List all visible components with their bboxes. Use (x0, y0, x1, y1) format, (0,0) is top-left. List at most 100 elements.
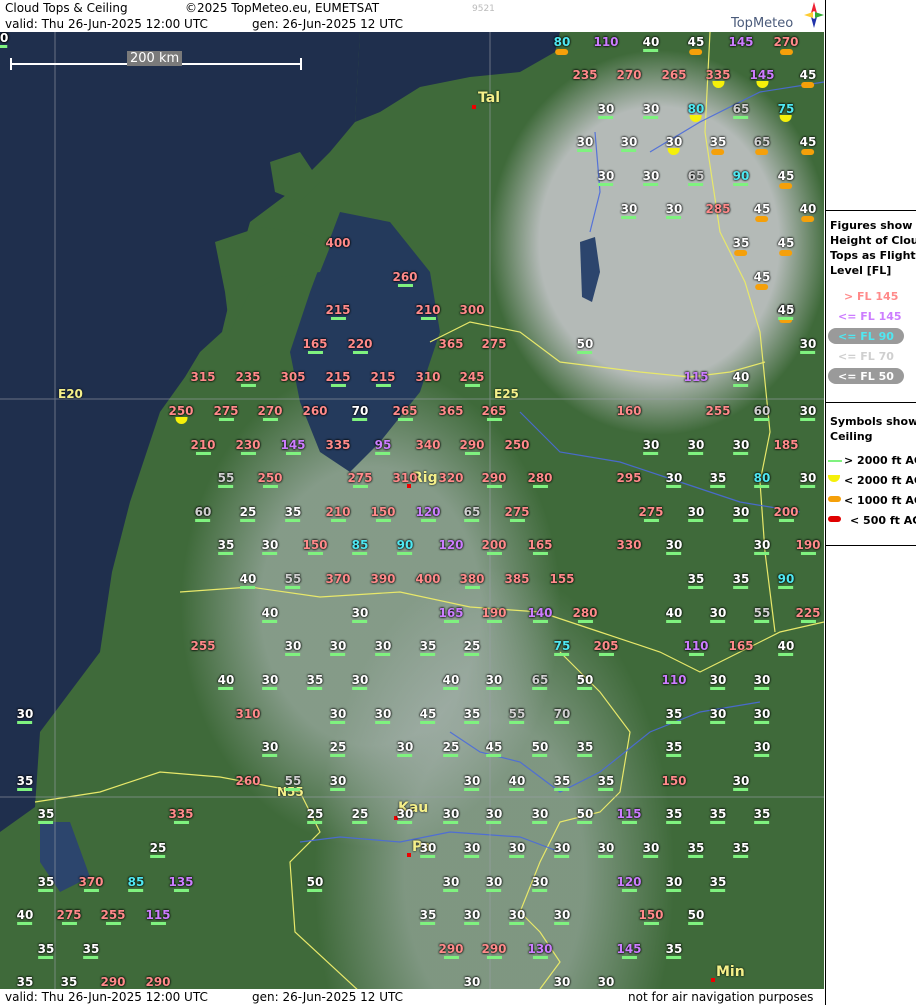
cloud-top-label: 165 (527, 539, 553, 555)
ceiling-green-bar (666, 485, 682, 488)
figures-legend: Figures show Height of Cloud Tops as Fli… (826, 210, 916, 401)
cloud-top-label: 85 (128, 876, 144, 892)
cloud-top-value: 25 (351, 807, 369, 821)
cloud-top-value: 30 (374, 639, 392, 653)
cloud-top-value: 60 (753, 404, 771, 418)
cloud-top-label: 150 (370, 506, 396, 522)
cloud-top-label: 90 (733, 170, 749, 186)
ceiling-green-bar (643, 922, 659, 925)
ceiling-green-bar (464, 452, 480, 455)
cloud-top-label: 265 (392, 405, 418, 421)
cloud-top-label: 30 (598, 842, 614, 858)
cloud-top-label: 115 (616, 808, 642, 824)
cloud-top-label: 30 (509, 842, 525, 858)
cloud-top-value: 150 (638, 908, 664, 922)
ceiling-green-bar (754, 620, 770, 623)
cloud-top-label: 280 (527, 472, 553, 488)
cloud-top-value: 365 (438, 337, 464, 351)
red-bar-icon (828, 516, 841, 522)
cloud-top-value: 35 (419, 908, 437, 922)
ceiling-green-bar (420, 922, 436, 925)
ceiling-green-bar (532, 889, 548, 892)
cloud-top-value: 280 (572, 606, 598, 620)
cloud-top-value: 305 (280, 370, 306, 384)
cloud-top-label: 145 (280, 439, 306, 455)
cloud-top-label: 30 (486, 876, 502, 892)
cloud-top-value: 30 (799, 337, 817, 351)
cloud-top-label: 30 (464, 976, 481, 988)
cloud-top-label: 235 (235, 371, 261, 387)
cloud-top-label: 390 (370, 573, 395, 585)
cloud-top-value: 260 (302, 404, 328, 418)
legend-fig-heading-4: Level [FL] (830, 264, 892, 277)
cloud-top-value: 45 (777, 236, 795, 250)
ceiling-green-bar (754, 754, 770, 757)
cloud-top-label: 30 (643, 842, 659, 858)
ceiling-green-bar (352, 418, 368, 421)
ceiling-green-bar (688, 855, 704, 858)
rivers (299, 81, 824, 853)
cloud-top-label: 45 (754, 203, 770, 222)
cloud-top-label: 80 (688, 103, 704, 122)
image-code: 9521 (472, 4, 495, 14)
cloud-top-label: 85 (352, 539, 368, 555)
cloud-top-value: 75 (553, 639, 571, 653)
cloud-top-label: 165 (438, 607, 464, 623)
cloud-top-label: 30 (330, 640, 346, 656)
cloud-top-value: 40 (261, 606, 279, 620)
ceiling-green-bar (420, 519, 436, 522)
cloud-top-label: 40 (509, 775, 525, 791)
cloud-top-value: 65 (753, 135, 771, 149)
ceiling-green-bar (105, 922, 121, 925)
cloud-top-label: 120 (438, 539, 463, 551)
cloud-top-value: 35 (16, 774, 34, 788)
ceiling-green-bar (754, 552, 770, 555)
cloud-top-value: 370 (325, 572, 351, 586)
cloud-top-label: 30 (621, 203, 637, 219)
cloud-top-label: 30 (532, 808, 548, 824)
ceiling-green-bar (666, 821, 682, 824)
footer-disclaimer: not for air navigation purposes (628, 990, 814, 1004)
cloud-top-value: 30 (642, 169, 660, 183)
cloud-top-value: 215 (325, 370, 351, 384)
cloud-top-label: 290 (481, 943, 507, 959)
cloud-top-value: 390 (370, 572, 396, 586)
cloud-top-value: 310 (415, 370, 441, 384)
cloud-top-value: 45 (799, 135, 817, 149)
cloud-top-value: 260 (235, 774, 261, 788)
cloud-top-label: 30 (733, 775, 749, 791)
cloud-top-value: 30 (642, 438, 660, 452)
cloud-top-label: 30 (554, 976, 571, 988)
cloud-top-label: 45 (778, 170, 794, 189)
cloud-top-label: 295 (616, 472, 641, 484)
cloud-top-label: 60 (195, 506, 211, 522)
ceiling-green-bar (17, 721, 33, 724)
ceiling-green-bar (443, 687, 459, 690)
cloud-top-label: 30 (262, 539, 278, 555)
ceiling-green-bar (733, 586, 749, 589)
ceiling-green-bar (598, 116, 614, 119)
cloud-top-label: 70 (554, 708, 570, 724)
cloud-top-value: 30 (442, 807, 460, 821)
ceiling-green-bar (688, 183, 704, 186)
cloud-top-label: 40 (799, 202, 817, 222)
cloud-top-value: 40 (799, 202, 817, 216)
cloud-top-value: 25 (463, 639, 481, 653)
ceiling-green-bar (262, 418, 278, 421)
scale-bar: 200 km (10, 51, 302, 70)
ceiling-green-bar (443, 889, 459, 892)
cloud-top-label: 35 (16, 774, 34, 791)
legend-fig-heading-2: Height of Cloud (830, 234, 916, 247)
legend-sym-yellow: < 2000 ft AGL (844, 474, 916, 487)
city-marker (472, 105, 476, 109)
ceiling-green-bar (598, 788, 614, 791)
cloud-top-value: 205 (593, 639, 619, 653)
cloud-top-label: 35 (688, 573, 704, 589)
cloud-top-value: 35 (16, 975, 34, 989)
cloud-top-value: 30 (665, 202, 683, 216)
compass-icon (804, 2, 824, 28)
ceiling-green-bar (61, 922, 77, 925)
cloud-top-value: 80 (553, 35, 571, 49)
cloud-top-label: 160 (616, 405, 641, 417)
cloud-top-label: 25 (150, 842, 166, 858)
